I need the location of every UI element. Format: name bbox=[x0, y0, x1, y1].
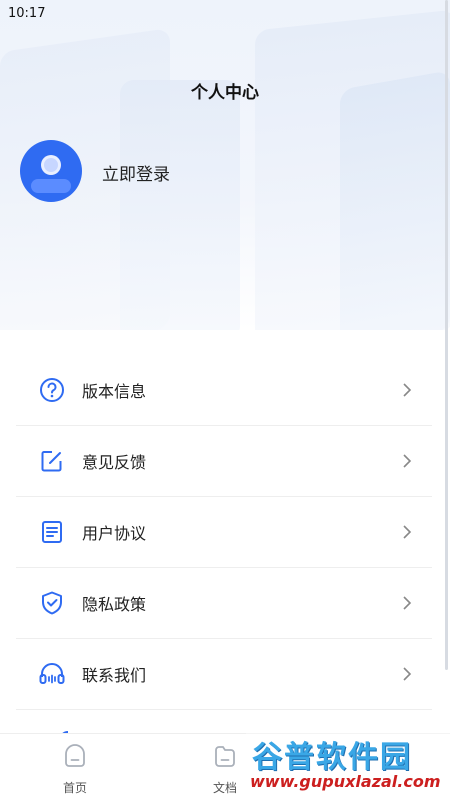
avatar[interactable] bbox=[20, 140, 82, 202]
status-time: 10:17 bbox=[8, 6, 46, 21]
menu-item-version-info[interactable]: 版本信息 bbox=[16, 355, 432, 426]
scrollbar[interactable] bbox=[445, 0, 448, 670]
building-decoration bbox=[340, 70, 450, 330]
chevron-right-icon bbox=[403, 383, 412, 397]
folder-icon bbox=[215, 746, 235, 767]
watermark-url: www.gupuxlazal.com bbox=[250, 772, 441, 791]
question-circle-icon bbox=[38, 376, 66, 404]
menu-item-contact-us[interactable]: 联系我们 bbox=[16, 639, 432, 710]
menu-item-feedback[interactable]: 意见反馈 bbox=[16, 426, 432, 497]
user-avatar-icon bbox=[31, 155, 71, 193]
edit-square-icon bbox=[38, 447, 66, 475]
chevron-right-icon bbox=[403, 454, 412, 468]
menu-item-privacy-policy[interactable]: 隐私政策 bbox=[16, 568, 432, 639]
chevron-right-icon bbox=[403, 667, 412, 681]
menu-item-label: 版本信息 bbox=[82, 382, 147, 401]
document-icon bbox=[38, 518, 66, 546]
menu-item-label: 隐私政策 bbox=[82, 595, 147, 614]
menu-item-label: 联系我们 bbox=[82, 666, 147, 685]
nav-item-home[interactable]: 首页 bbox=[45, 742, 105, 796]
page-title: 个人中心 bbox=[191, 83, 259, 103]
home-icon bbox=[65, 744, 85, 767]
shield-check-icon bbox=[38, 589, 66, 617]
chevron-right-icon bbox=[403, 525, 412, 539]
nav-label: 首页 bbox=[62, 781, 87, 795]
partial-menu-icon bbox=[60, 731, 69, 735]
login-button[interactable]: 立即登录 bbox=[102, 160, 170, 185]
settings-menu: 版本信息 意见反馈 用户协议 隐私政策 联系我们 bbox=[16, 355, 432, 710]
menu-item-user-agreement[interactable]: 用户协议 bbox=[16, 497, 432, 568]
watermark: 谷普软件园 www.gupuxlazal.com bbox=[246, 728, 450, 800]
chevron-right-icon bbox=[403, 596, 412, 610]
status-bar: 10:17 bbox=[0, 0, 450, 26]
menu-item-label: 意见反馈 bbox=[82, 453, 147, 472]
watermark-brand: 谷普软件园 bbox=[252, 740, 412, 775]
menu-item-label: 用户协议 bbox=[82, 524, 147, 543]
headset-icon bbox=[38, 660, 66, 688]
building-decoration bbox=[120, 80, 240, 330]
